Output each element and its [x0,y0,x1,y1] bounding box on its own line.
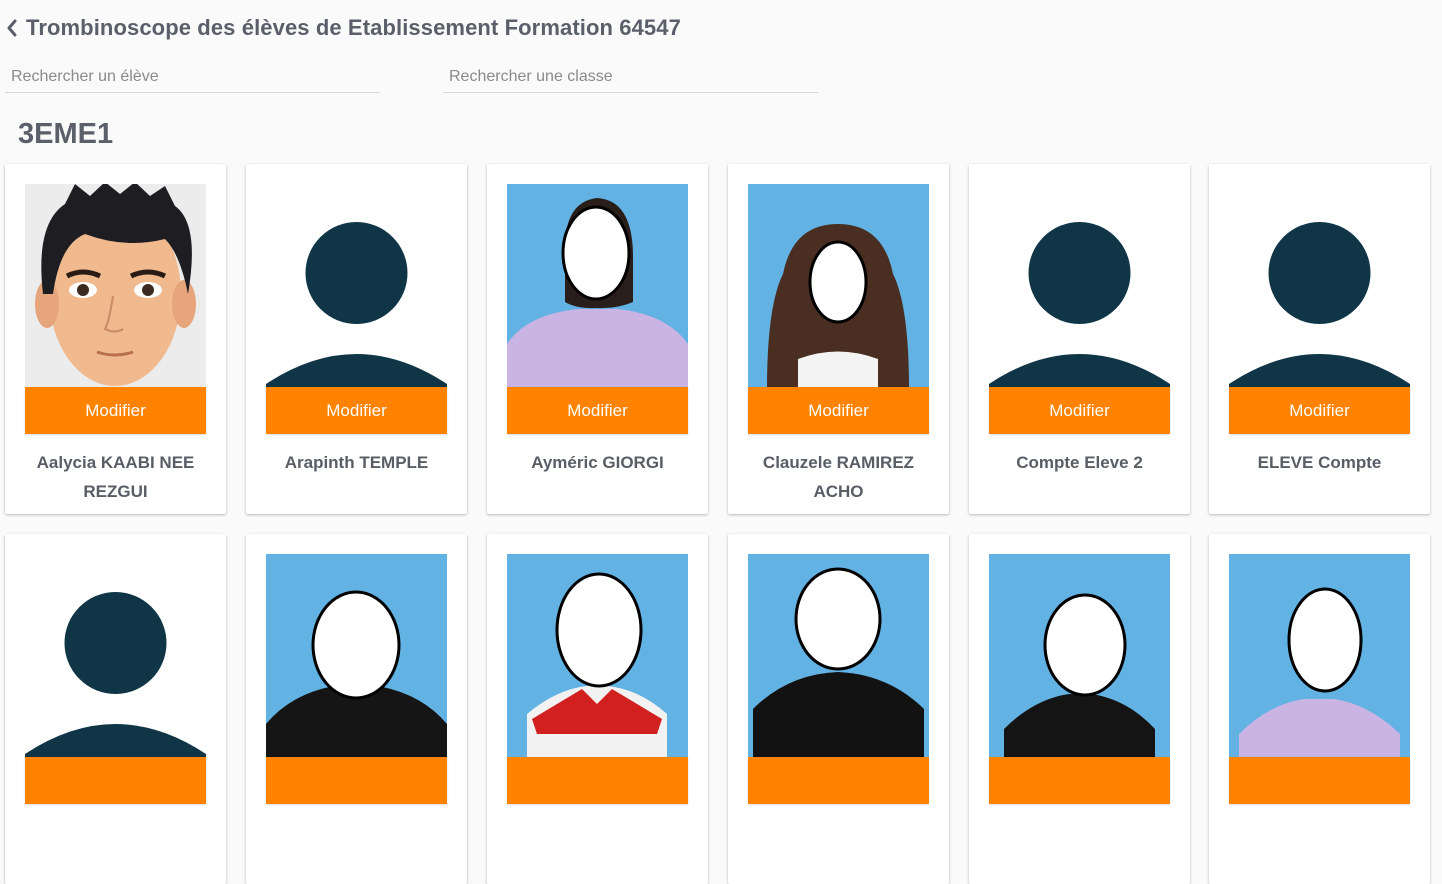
modify-button[interactable]: Modifier [748,387,929,434]
modify-button[interactable]: Modifier [507,387,688,434]
modify-button[interactable] [989,757,1170,804]
student-card [5,534,226,884]
student-name: ELEVE Compte [1257,453,1382,472]
modify-button[interactable]: Modifier [266,387,447,434]
student-card: Modifier Clauzele RAMIREZ ACHO [728,164,949,514]
student-search-input[interactable] [5,62,380,92]
student-card: Modifier Compte Eleve 2 [969,164,1190,514]
class-title: 3EME1 [18,118,114,150]
modify-button[interactable] [266,757,447,804]
page-title: Trombinoscope des élèves de Etablissemen… [26,15,681,40]
student-card: Modifier Ayméric GIORGI [487,164,708,514]
student-name: Compte Eleve 2 [1016,453,1143,472]
student-card [246,534,467,884]
student-name: Clauzele RAMIREZ ACHO [762,453,915,501]
student-card [969,534,1190,884]
student-name: Ayméric GIORGI [531,453,664,472]
modify-button[interactable] [1229,757,1410,804]
modify-button[interactable] [507,757,688,804]
modify-button[interactable] [748,757,929,804]
student-name: Arapinth TEMPLE [284,453,429,472]
chevron-left-icon[interactable] [6,18,20,38]
student-card: Modifier ELEVE Compte [1209,164,1430,514]
modify-button[interactable]: Modifier [25,387,206,434]
modify-button[interactable]: Modifier [1229,387,1410,434]
modify-button[interactable]: Modifier [989,387,1170,434]
student-card: Modifier Aalycia KAABI NEE REZGUI [5,164,226,514]
student-card [728,534,949,884]
student-name: Aalycia KAABI NEE REZGUI [36,453,195,501]
modify-button[interactable] [25,757,206,804]
student-card: Modifier Arapinth TEMPLE [246,164,467,514]
page-header: Trombinoscope des élèves de Etablissemen… [6,15,681,41]
class-search [443,62,818,93]
student-search [5,62,380,93]
student-card [1209,534,1430,884]
student-card [487,534,708,884]
class-search-input[interactable] [443,62,818,92]
